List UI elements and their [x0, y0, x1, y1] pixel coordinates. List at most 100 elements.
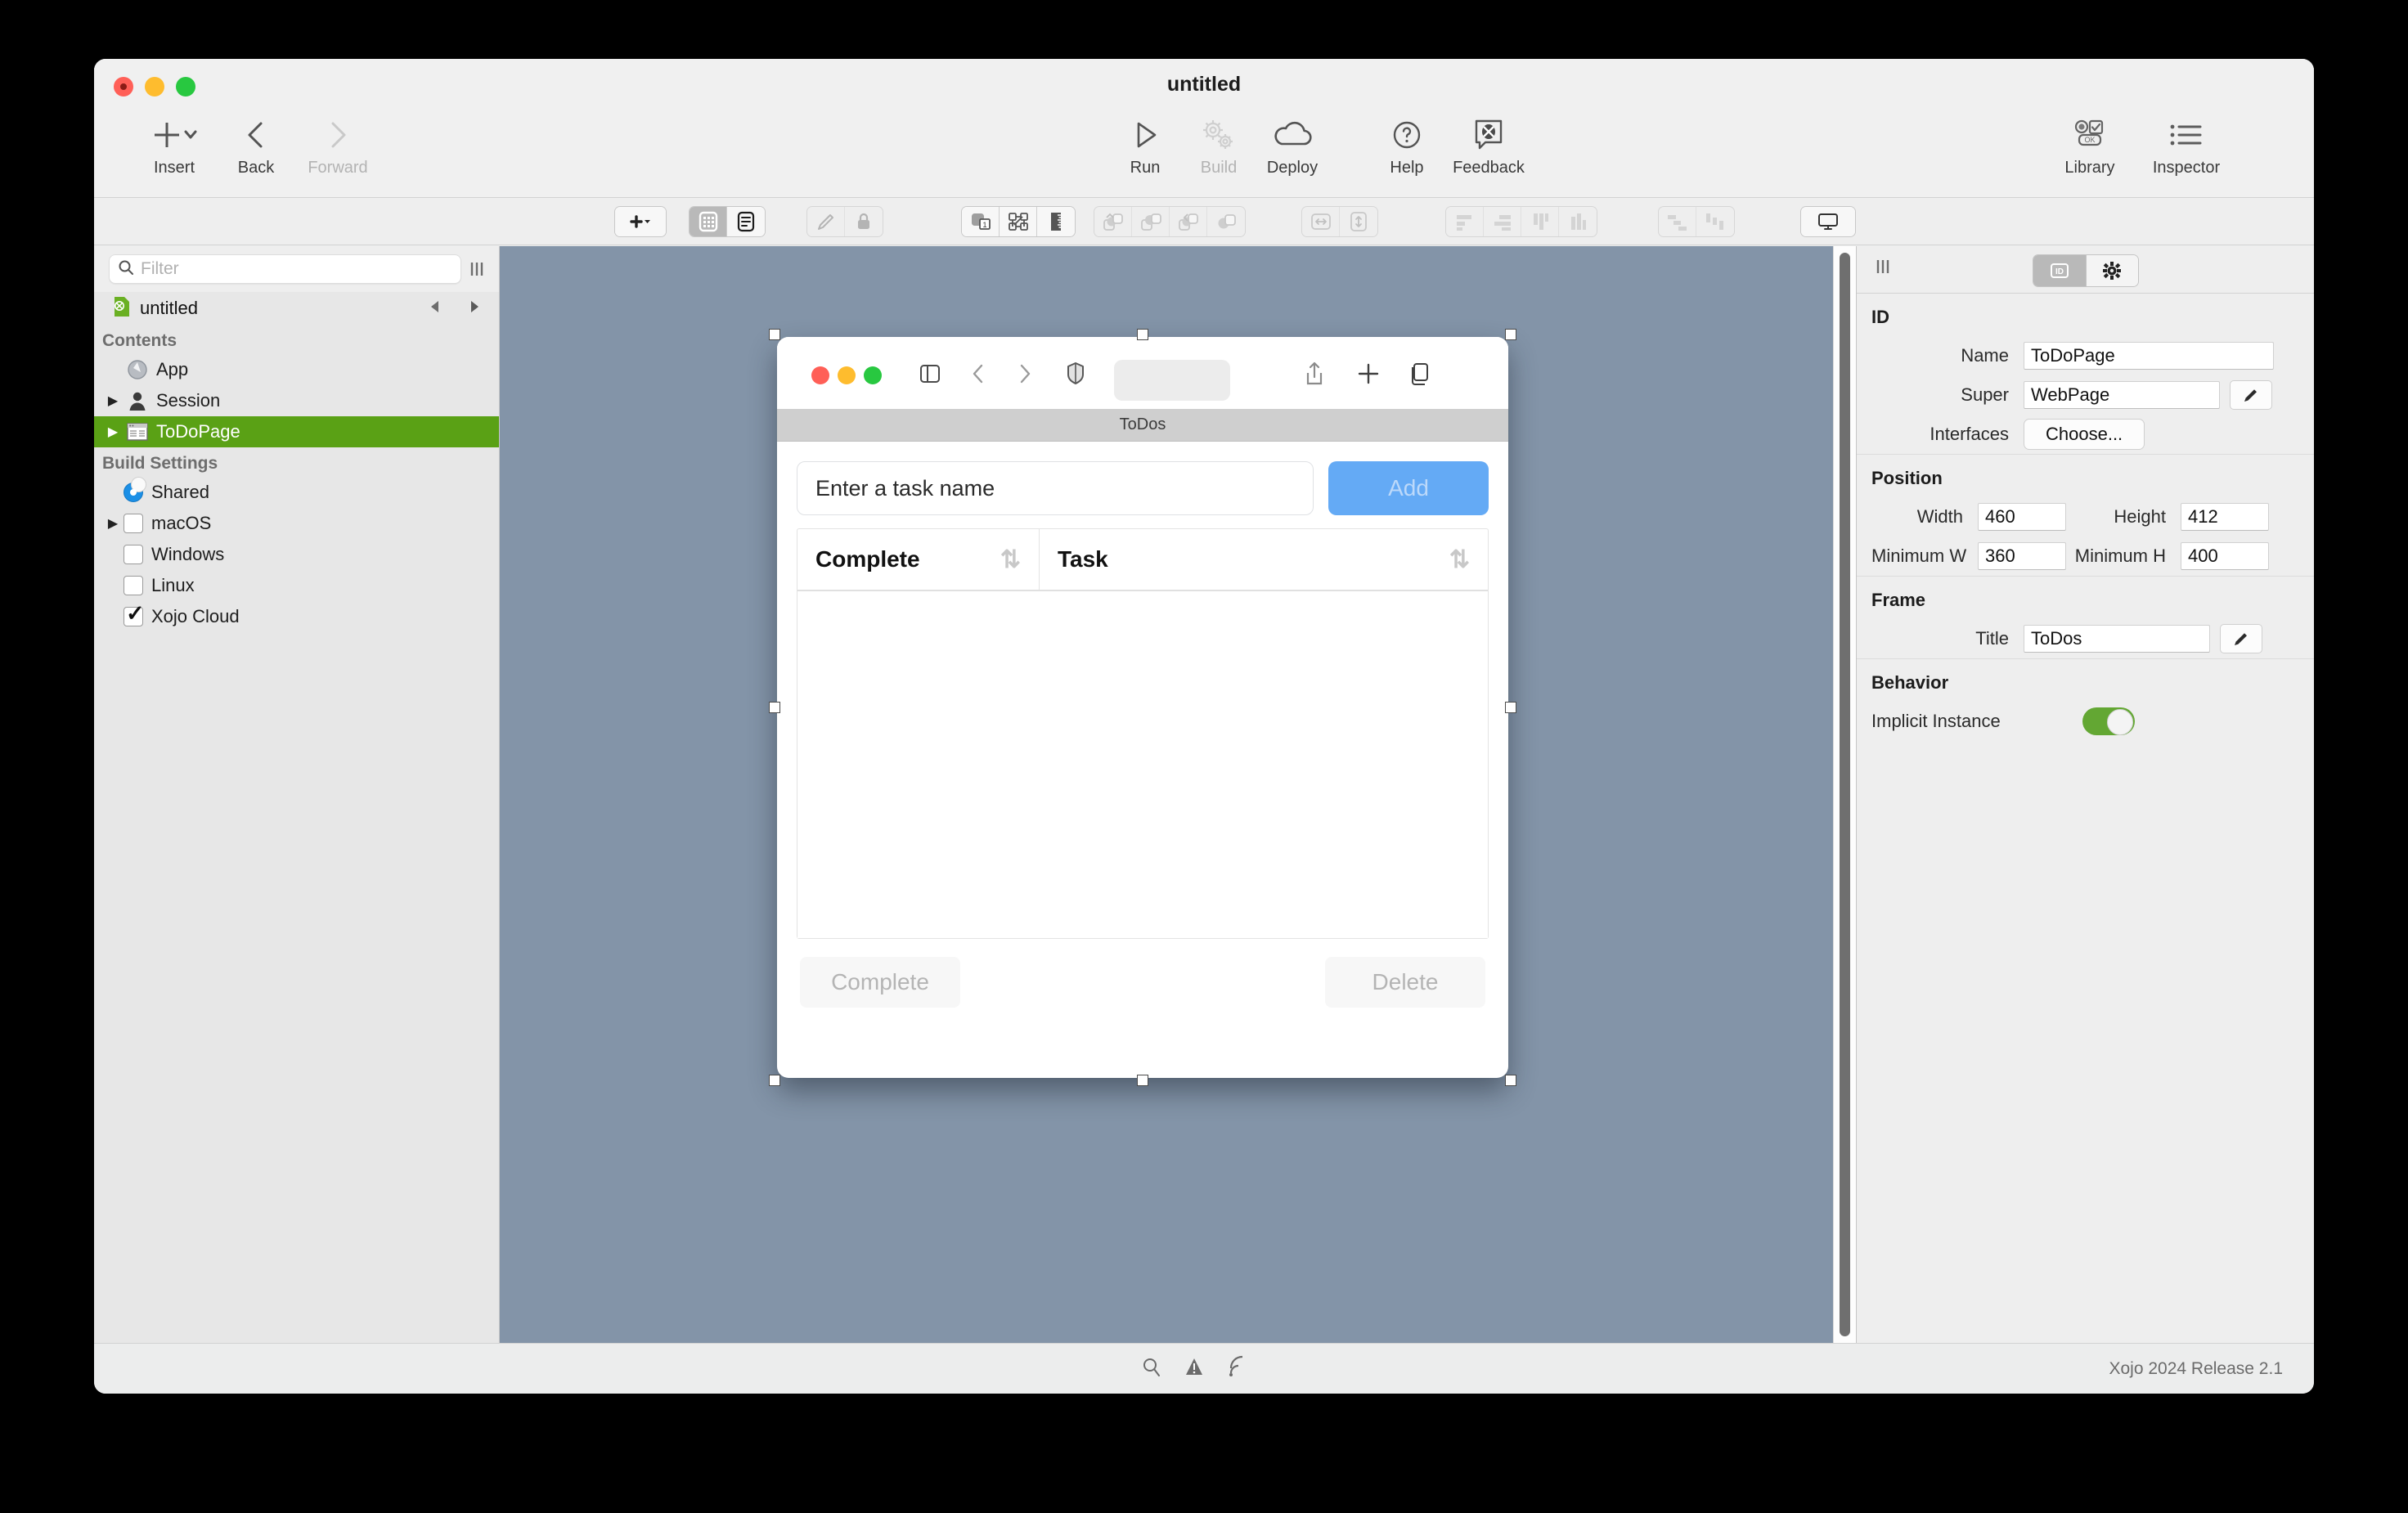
title-input[interactable]	[2024, 625, 2210, 653]
toolbar-forward-button[interactable]: Forward	[289, 113, 387, 177]
resize-handle-middle-right[interactable]	[1505, 702, 1516, 713]
preview-address-bar[interactable]	[1114, 360, 1230, 401]
pencil-icon[interactable]	[807, 207, 845, 236]
nav-next-icon[interactable]	[468, 299, 481, 318]
resize-handle-bottom-center[interactable]	[1137, 1075, 1148, 1086]
implicit-instance-toggle[interactable]	[2082, 707, 2135, 735]
canvas-vertical-scrollbar[interactable]	[1833, 246, 1856, 1343]
canvas-scrollbar-thumb[interactable]	[1840, 253, 1850, 1336]
grid-layout-icon[interactable]	[690, 207, 727, 236]
web-page-preview[interactable]: ToDos Add Complete ⇅	[777, 337, 1508, 1078]
resize-handle-top-right[interactable]	[1505, 329, 1516, 340]
task-name-input[interactable]	[797, 461, 1314, 515]
minimum-height-input[interactable]	[2181, 542, 2269, 570]
sidebar-item-shared[interactable]: Shared	[94, 477, 499, 508]
tab-id[interactable]: ID	[2033, 255, 2086, 286]
layout-group-align[interactable]	[1445, 206, 1597, 237]
sort-updown-icon[interactable]: ⇅	[1000, 545, 1021, 574]
align-bottom-icon[interactable]	[1559, 207, 1597, 236]
filter-search-box[interactable]	[109, 254, 461, 284]
toolbar-library-button[interactable]: OK Library	[2041, 113, 2139, 177]
sidebar-item-windows[interactable]: Windows	[94, 539, 499, 570]
sidebar-item-macos[interactable]: ▶ macOS	[94, 508, 499, 539]
distribute-vertical-icon[interactable]	[1696, 207, 1734, 236]
filter-input[interactable]	[141, 259, 452, 279]
name-input[interactable]	[2024, 342, 2274, 370]
distribute-horizontal-icon[interactable]	[1659, 207, 1696, 236]
sidebar-item-xojo-cloud[interactable]: Xojo Cloud	[94, 601, 499, 632]
resize-handle-bottom-left[interactable]	[769, 1075, 780, 1086]
disclosure-triangle-icon[interactable]: ▶	[102, 393, 124, 409]
linux-checkbox[interactable]	[124, 576, 143, 595]
align-left-icon[interactable]	[1446, 207, 1484, 236]
layout-canvas[interactable]: ToDos Add Complete ⇅	[500, 246, 1856, 1343]
minimum-width-input[interactable]	[1978, 542, 2066, 570]
todo-table-rows[interactable]	[797, 591, 1488, 938]
shuffle-layers-icon[interactable]	[1000, 207, 1037, 236]
layout-group-order[interactable]	[1094, 206, 1246, 237]
desktop-monitor-icon[interactable]	[1801, 207, 1855, 236]
match-width-icon[interactable]	[1302, 207, 1340, 236]
bring-forward-icon[interactable]	[1132, 207, 1170, 236]
align-top-icon[interactable]	[1521, 207, 1559, 236]
code-list-icon[interactable]	[727, 207, 765, 236]
sidebar-item-todopage[interactable]: ▶ ToDoPage	[94, 416, 499, 447]
bring-to-front-icon[interactable]	[1094, 207, 1132, 236]
add-task-button[interactable]: Add	[1328, 461, 1489, 515]
complete-task-button[interactable]: Complete	[800, 957, 960, 1008]
sort-updown-icon[interactable]: ⇅	[1449, 545, 1470, 574]
delete-task-button[interactable]: Delete	[1325, 957, 1485, 1008]
column-header-task[interactable]: Task ⇅	[1040, 529, 1488, 590]
tab-settings[interactable]	[2085, 255, 2138, 286]
sidebar-item-macos-label: macOS	[151, 513, 212, 533]
navigator-columns-button[interactable]	[461, 260, 492, 278]
disclosure-triangle-icon[interactable]: ▶	[102, 424, 124, 440]
disclosure-triangle-icon[interactable]: ▶	[102, 515, 124, 532]
windows-checkbox[interactable]	[124, 545, 143, 564]
match-height-icon[interactable]	[1340, 207, 1377, 236]
layout-group-size[interactable]	[1301, 206, 1378, 237]
column-header-complete[interactable]: Complete ⇅	[797, 529, 1040, 590]
broadcast-icon[interactable]	[1226, 1355, 1247, 1382]
super-edit-pencil-icon[interactable]	[2230, 380, 2272, 410]
sidebar-item-session[interactable]: ▶ Session	[94, 385, 499, 416]
navigator-project-root[interactable]: untitled	[94, 292, 499, 325]
toolbar-inspector-button[interactable]: Inspector	[2137, 113, 2235, 177]
nav-prev-icon[interactable]	[429, 299, 442, 318]
warning-triangle-icon[interactable]	[1184, 1355, 1205, 1382]
inspector-tab-group[interactable]: ID	[2032, 254, 2139, 287]
selected-page-frame[interactable]: ToDos Add Complete ⇅	[769, 329, 1516, 1086]
ruler-icon[interactable]	[1037, 207, 1075, 236]
layout-group-preview-device[interactable]	[1800, 206, 1856, 237]
layout-group-view-mode[interactable]	[689, 206, 766, 237]
sidebar-item-linux[interactable]: Linux	[94, 570, 499, 601]
layout-group-layers[interactable]: 1	[961, 206, 1076, 237]
super-input[interactable]	[2024, 381, 2220, 409]
layout-group-insert-control[interactable]	[614, 206, 667, 237]
align-right-icon[interactable]	[1484, 207, 1521, 236]
todo-table[interactable]: Complete ⇅ Task ⇅	[797, 528, 1489, 939]
lock-icon[interactable]	[845, 207, 883, 236]
toolbar-deploy-button[interactable]: Deploy	[1243, 113, 1341, 177]
resize-handle-top-center[interactable]	[1137, 329, 1148, 340]
resize-handle-middle-left[interactable]	[769, 702, 780, 713]
interfaces-choose-button[interactable]: Choose...	[2024, 419, 2145, 450]
resize-handle-top-left[interactable]	[769, 329, 780, 340]
layer-index-icon[interactable]: 1	[962, 207, 1000, 236]
toolbar-feedback-button[interactable]: Feedback	[1440, 113, 1538, 177]
xojo-cloud-checkbox[interactable]	[124, 601, 145, 626]
sidebar-item-app[interactable]: App	[94, 354, 499, 385]
height-input[interactable]	[2181, 503, 2269, 531]
shared-radio-icon[interactable]	[124, 477, 146, 502]
send-backward-icon[interactable]	[1170, 207, 1207, 236]
search-icon[interactable]	[1141, 1355, 1162, 1382]
resize-handle-bottom-right[interactable]	[1505, 1075, 1516, 1086]
layout-group-distribute[interactable]	[1658, 206, 1735, 237]
width-input[interactable]	[1978, 503, 2066, 531]
plus-small-dropdown-icon[interactable]	[615, 207, 666, 236]
macos-checkbox[interactable]	[124, 514, 143, 533]
send-to-back-icon[interactable]	[1207, 207, 1245, 236]
inspector-grip-icon[interactable]	[1875, 258, 1891, 280]
layout-group-edit-lock[interactable]	[806, 206, 883, 237]
title-edit-pencil-icon[interactable]	[2220, 624, 2262, 653]
